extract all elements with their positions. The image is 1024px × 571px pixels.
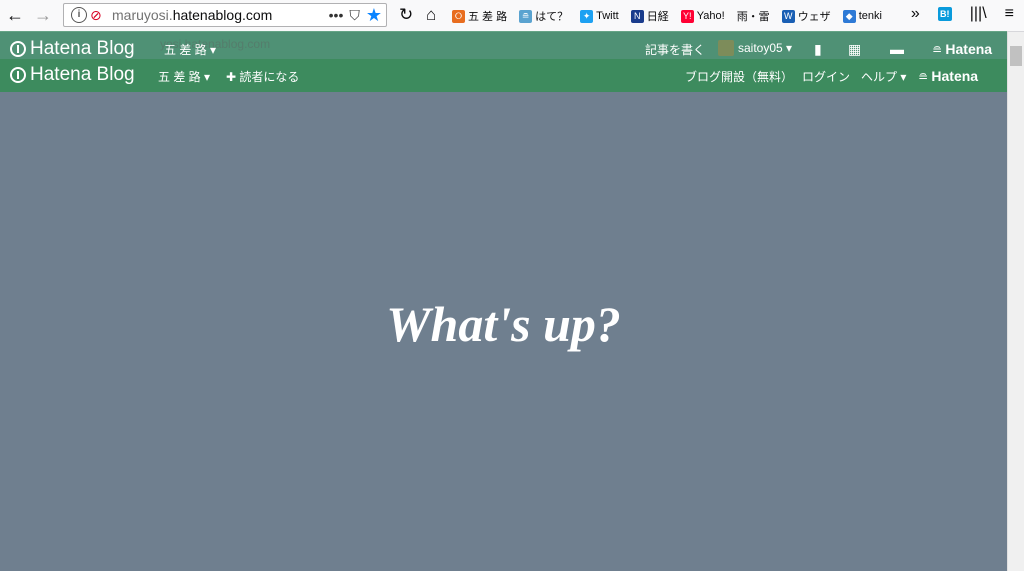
bookmark-item[interactable]: 雨・雷 [737, 8, 770, 24]
url-text[interactable]: maruyosi.hatenablog.com [112, 7, 272, 23]
ghost-logo[interactable]: Hatena Blog [10, 38, 135, 60]
url-bar[interactable]: i ⊘ maruyosi.hatenablog.com ••• ⛉ ★ [63, 3, 387, 27]
bookmark-item[interactable]: ◆ tenki [842, 9, 882, 23]
yahoo-icon: Y! [680, 9, 694, 23]
hatena-wifi-icon: ≘ [918, 70, 929, 84]
ghost-hatena-link[interactable]: ≘ Hatena [932, 41, 992, 57]
ghost-user-menu[interactable]: saitoy05 ▾ [738, 41, 792, 55]
library-icon[interactable]: |||\ [970, 5, 987, 23]
hatena-wifi-icon: ≘ [932, 43, 943, 57]
back-button[interactable]: ← [5, 5, 25, 25]
bookmark-label: Yaho! [696, 10, 725, 22]
hatena-icon: ≘ [519, 9, 533, 23]
insecure-lock-icon[interactable]: ⊘ [90, 7, 104, 23]
bookmark-label: 日経 [646, 11, 669, 23]
bookmark-label: tenki [858, 10, 882, 22]
tenki-icon: ◆ [842, 9, 856, 23]
scroll-thumb[interactable] [1010, 46, 1022, 66]
bookmark-item[interactable]: W ウェザ [781, 8, 831, 24]
bookmark-label: 雨・雷 [736, 11, 770, 23]
bookmark-item[interactable]: N 日経 [630, 8, 669, 24]
pocket-icon[interactable]: ⛉ [349, 7, 360, 24]
weather-icon: W [781, 9, 795, 23]
bookmark-label: はて？ [535, 11, 569, 23]
blog-header [0, 59, 1007, 92]
hatena-link[interactable]: ≘ Hatena [918, 68, 978, 84]
pumpkin-icon: ⭘ [452, 9, 465, 23]
page-actions-button[interactable]: ••• [329, 7, 344, 23]
bookmark-icon[interactable]: ▮ [814, 41, 822, 58]
overflow-icon[interactable]: » [911, 5, 920, 23]
login-link[interactable]: ログイン [802, 68, 850, 85]
bookmark-label: Twitt [596, 10, 619, 22]
ghost-write-button[interactable]: 記事を書く [645, 41, 705, 58]
ghost-blog-menu[interactable]: 五 差 路 ▾ [164, 41, 216, 58]
page-heading: What's up? [386, 296, 621, 352]
twitter-icon: ✦ [580, 9, 594, 23]
hatena-logo-icon [10, 67, 26, 83]
reload-icon[interactable]: ↻ [399, 5, 413, 25]
forward-button[interactable]: → [33, 5, 53, 25]
hatena-logo-icon [10, 41, 26, 57]
ghost-logo-text: Hatena Blog [30, 38, 135, 59]
subscribe-button[interactable]: ✚ 読者になる [226, 68, 299, 85]
bookmark-item[interactable]: Y! Yaho! [680, 9, 725, 23]
bookmark-label: ウェザ [797, 11, 831, 23]
nikkei-icon: N [630, 9, 644, 23]
notification-icon[interactable]: ▬ [890, 41, 904, 57]
help-menu[interactable]: ヘルプ ▾ [861, 68, 906, 85]
bookmark-item[interactable]: ✦ Twitt [580, 9, 619, 23]
hatena-blog-logo[interactable]: Hatena Blog [10, 64, 135, 86]
blog-menu[interactable]: 五 差 路 ▾ [158, 68, 210, 85]
scrollbar[interactable] [1007, 32, 1024, 571]
home-icon[interactable]: ⌂ [426, 5, 436, 25]
hatebu-icon[interactable]: B! [937, 7, 952, 21]
bookmark-item[interactable]: ⭘ 五 差 路 [452, 8, 507, 24]
info-icon[interactable]: i [71, 7, 87, 23]
avatar[interactable] [718, 40, 734, 56]
bookmark-item[interactable]: ≘ はて？ [519, 8, 568, 24]
logo-text: Hatena Blog [30, 64, 135, 85]
menu-icon[interactable]: ≡ [1005, 5, 1014, 23]
apps-grid-icon[interactable]: ▦ [848, 41, 861, 58]
bookmark-star-icon[interactable]: ★ [366, 5, 382, 26]
bookmark-label: 五 差 路 [468, 11, 508, 23]
open-blog-link[interactable]: ブログ開設（無料） [685, 68, 793, 85]
bookmarks-bar: ⭘ 五 差 路 ≘ はて？ ✦ Twitt N 日経 Y! Yaho! 雨・雷 W ウェザ ◆ tenki [452, 6, 882, 26]
